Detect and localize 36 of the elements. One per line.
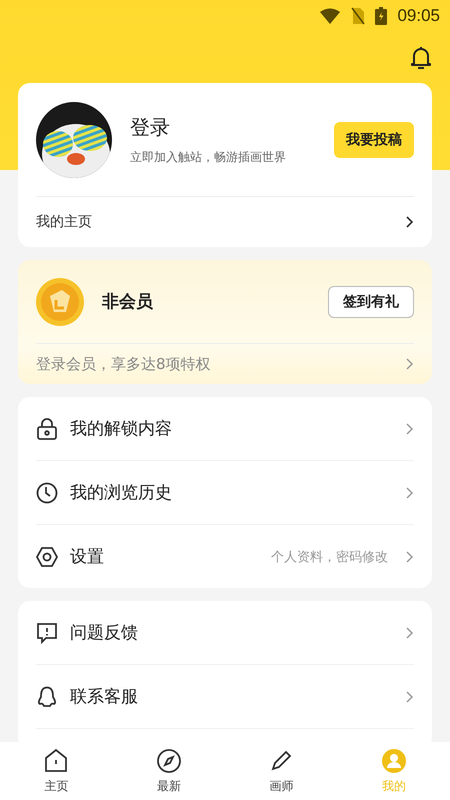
feedback-icon: [36, 622, 58, 644]
membership-status: 非会员: [102, 291, 154, 313]
battery-icon: [375, 7, 388, 25]
coin-icon: [36, 278, 84, 326]
clock-icon: [36, 482, 58, 504]
bell-icon[interactable]: [410, 46, 432, 70]
chevron-icon: [406, 358, 414, 370]
profile-icon: [380, 748, 407, 774]
nav-tab[interactable]: 最新: [112, 742, 225, 800]
nav-tab[interactable]: 主页: [0, 742, 112, 800]
compass-icon: [156, 748, 182, 774]
login-title[interactable]: 登录: [130, 114, 170, 140]
nav-tab[interactable]: 画师: [225, 742, 338, 800]
home-icon: [43, 748, 70, 774]
menu-item[interactable]: 问题反馈: [36, 601, 414, 665]
settings-hint: 个人资料，密码修改: [271, 548, 388, 566]
menu-item[interactable]: 我的浏览历史: [36, 461, 414, 525]
checkin-button[interactable]: 签到有礼: [328, 286, 414, 318]
status-time: 09:05: [397, 6, 440, 26]
chevron-icon: [406, 486, 414, 498]
no-sim-icon: [351, 7, 366, 25]
menu-item[interactable]: 我的解锁内容: [36, 397, 414, 461]
chevron-icon: [406, 550, 414, 562]
chevron-icon: [406, 690, 414, 702]
login-subtitle: 立即加入触站，畅游插画世界: [130, 148, 287, 166]
settings-icon: [36, 546, 58, 568]
chevron-icon: [406, 422, 414, 434]
chevron-icon: [406, 626, 414, 638]
chevron-icon: [406, 216, 414, 228]
lock-icon: [36, 418, 58, 440]
submit-button[interactable]: 我要投稿: [334, 122, 414, 158]
menu-item[interactable]: 设置 个人资料，密码修改: [36, 525, 414, 588]
homepage-link[interactable]: 我的主页: [36, 213, 92, 231]
menu-item[interactable]: 联系客服: [36, 665, 414, 729]
wifi-icon: [319, 8, 342, 24]
penguin-icon: [36, 686, 58, 708]
